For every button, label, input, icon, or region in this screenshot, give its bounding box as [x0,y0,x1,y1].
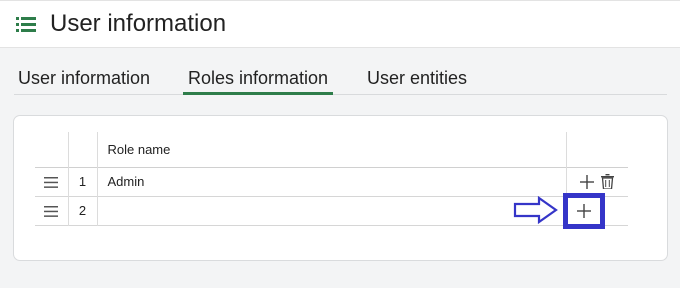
actions-cell [565,167,628,196]
drag-handle-icon[interactable] [44,206,59,217]
roles-panel: Role name 1 Admin 2 [13,115,668,261]
trash-icon [600,174,614,189]
role-name-cell[interactable]: Admin [96,167,567,196]
header: User information [0,0,680,48]
page-title: User information [50,10,227,37]
table-row: 1 Admin [35,167,628,196]
list-menu-icon[interactable] [16,16,36,33]
number-column-header [67,132,98,167]
drag-cell [35,196,69,225]
tab-user-information[interactable]: User information [18,68,150,95]
role-name-column-header: Role name [96,132,567,167]
drag-cell [35,167,69,196]
actions-column-header [565,132,628,167]
drag-handle-icon[interactable] [44,177,59,188]
tab-user-entities[interactable]: User entities [367,68,467,95]
add-row-button-highlighted[interactable] [563,193,605,229]
row-number: 1 [67,167,98,196]
table-header-row: Role name [35,132,628,167]
row-number: 2 [67,196,98,225]
plus-icon [580,174,595,189]
delete-row-button[interactable] [599,174,615,190]
drag-column-header [35,132,69,167]
plus-icon [577,204,591,218]
tab-bar: User information Roles information User … [14,48,667,95]
tab-roles-information[interactable]: Roles information [183,68,334,95]
add-row-button[interactable] [579,174,595,190]
role-name-cell[interactable] [96,196,567,225]
right-arrow-icon [513,196,558,224]
